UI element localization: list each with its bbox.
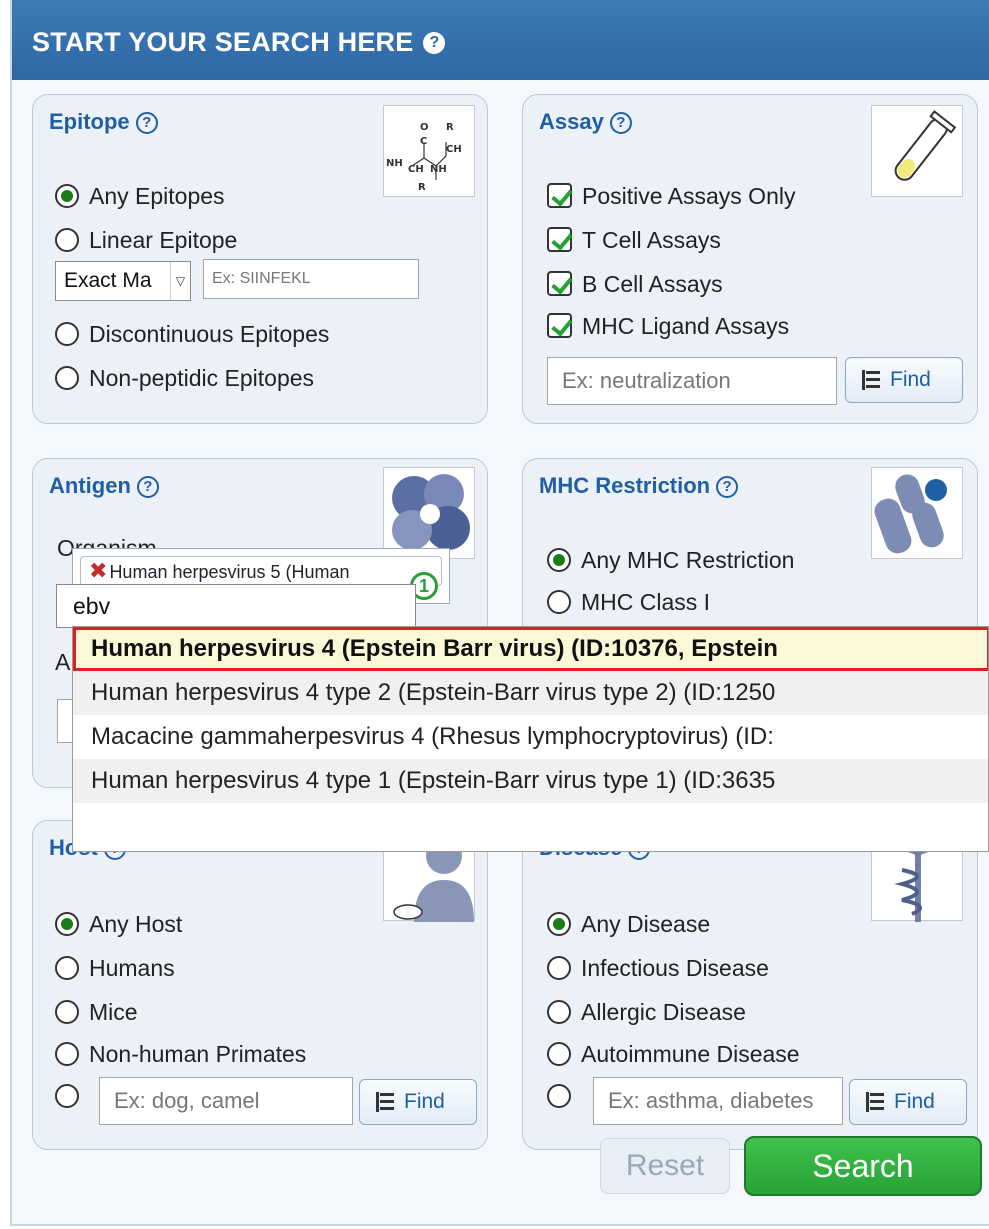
antigen-help-icon[interactable]: ? — [136, 476, 159, 498]
test-tube-icon — [871, 105, 963, 197]
disease-infectious-option[interactable]: Infectious Disease — [547, 953, 769, 983]
organism-search-input[interactable]: ebv — [56, 584, 416, 628]
selected-organism-tag[interactable]: ✖ Human herpesvirus 5 (Human — [80, 556, 442, 586]
disease-any-radio[interactable] — [547, 912, 571, 936]
organism-suggestion-list: Human herpesvirus 4 (Epstein Barr virus)… — [72, 626, 989, 852]
list-icon — [862, 370, 880, 390]
host-other-radio[interactable] — [55, 1084, 79, 1108]
mhc-molecule-icon — [871, 467, 963, 559]
disease-autoimmune-radio[interactable] — [547, 1042, 571, 1066]
disease-allergic-radio[interactable] — [547, 1000, 571, 1024]
disease-find-button[interactable]: Find — [849, 1079, 967, 1125]
suggestion-item[interactable]: Macacine gammaherpesvirus 4 (Rhesus lymp… — [73, 715, 988, 759]
suggestion-item[interactable]: Human herpesvirus 4 type 1 (Epstein-Barr… — [73, 759, 988, 803]
svg-text:CH: CH — [446, 144, 462, 155]
epitope-nonpeptidic-option[interactable]: Non-peptidic Epitopes — [55, 363, 314, 393]
host-primates-option[interactable]: Non-human Primates — [55, 1039, 306, 1069]
disease-allergic-option[interactable]: Allergic Disease — [547, 997, 746, 1027]
assay-positive-checkbox[interactable] — [547, 183, 572, 208]
disease-autoimmune-option[interactable]: Autoimmune Disease — [547, 1039, 800, 1069]
assay-mhc-ligand-checkbox[interactable] — [547, 313, 572, 338]
epitope-any-radio[interactable] — [55, 184, 79, 208]
host-find-button[interactable]: Find — [359, 1079, 477, 1125]
epitope-panel: Epitope? O R C CH NH CH NH R Any Epitopes Li… — [32, 94, 488, 424]
host-panel: Host? Any Host Humans Mice Non-human Pri… — [32, 820, 488, 1150]
search-button[interactable]: Search — [744, 1136, 982, 1196]
suggestion-item[interactable]: Human herpesvirus 4 type 2 (Epstein-Barr… — [73, 671, 988, 715]
disease-other-option[interactable] — [547, 1081, 581, 1111]
epitope-discontinuous-radio[interactable] — [55, 322, 79, 346]
assay-title: Assay? — [539, 109, 632, 135]
mhc-any-option[interactable]: Any MHC Restriction — [547, 545, 794, 575]
host-humans-option[interactable]: Humans — [55, 953, 175, 983]
assay-panel: Assay? Positive Assays Only T Cell Assay… — [522, 94, 978, 424]
svg-text:R: R — [446, 122, 454, 133]
chevron-down-icon: ▽ — [170, 262, 190, 300]
svg-text:NH: NH — [430, 164, 447, 175]
host-mice-option[interactable]: Mice — [55, 997, 138, 1027]
assay-help-icon[interactable]: ? — [609, 112, 632, 134]
assay-search-input[interactable]: Ex: neutralization — [547, 357, 837, 405]
mhc-class1-radio[interactable] — [547, 590, 571, 614]
assay-find-button[interactable]: Find — [845, 357, 963, 403]
epitope-nonpeptidic-radio[interactable] — [55, 366, 79, 390]
host-primates-radio[interactable] — [55, 1042, 79, 1066]
disease-panel: Disease? Any Disease Infectious Disease … — [522, 820, 978, 1150]
svg-text:CH: CH — [408, 164, 424, 175]
epitope-discontinuous-option[interactable]: Discontinuous Epitopes — [55, 319, 329, 349]
epitope-linear-radio[interactable] — [55, 228, 79, 252]
host-humans-radio[interactable] — [55, 956, 79, 980]
search-header: START YOUR SEARCH HERE? — [12, 0, 989, 80]
list-icon — [866, 1092, 884, 1112]
mhc-title: MHC Restriction? — [539, 473, 739, 499]
svg-text:R: R — [418, 182, 426, 193]
host-other-option[interactable] — [55, 1081, 89, 1111]
disease-search-input[interactable]: Ex: asthma, diabetes — [593, 1077, 843, 1125]
remove-icon[interactable]: ✖ — [89, 558, 107, 583]
epitope-sequence-input[interactable]: Ex: SIINFEKL — [203, 259, 419, 299]
assay-bcell-checkbox[interactable] — [547, 271, 572, 296]
assay-tcell-option[interactable]: T Cell Assays — [547, 225, 721, 255]
assay-bcell-option[interactable]: B Cell Assays — [547, 269, 723, 299]
mhc-any-radio[interactable] — [547, 548, 571, 572]
assay-tcell-checkbox[interactable] — [547, 227, 572, 252]
host-any-radio[interactable] — [55, 912, 79, 936]
host-any-option[interactable]: Any Host — [55, 909, 182, 939]
epitope-title: Epitope? — [49, 109, 158, 135]
epitope-linear-option[interactable]: Linear Epitope — [55, 225, 237, 255]
header-help-icon[interactable]: ? — [423, 32, 446, 54]
epitope-any-option[interactable]: Any Epitopes — [55, 181, 225, 211]
antigen-name-label: A — [55, 649, 71, 675]
svg-text:NH: NH — [386, 158, 403, 169]
host-mice-radio[interactable] — [55, 1000, 79, 1024]
disease-infectious-radio[interactable] — [547, 956, 571, 980]
antigen-title: Antigen? — [49, 473, 159, 499]
epitope-molecule-icon: O R C CH NH CH NH R — [383, 105, 475, 197]
disease-any-option[interactable]: Any Disease — [547, 909, 710, 939]
mhc-help-icon[interactable]: ? — [716, 476, 739, 498]
assay-mhc-ligand-option[interactable]: MHC Ligand Assays — [547, 311, 789, 341]
reset-button[interactable]: Reset — [600, 1138, 730, 1194]
host-search-input[interactable]: Ex: dog, camel — [99, 1077, 353, 1125]
list-icon — [376, 1092, 394, 1112]
match-type-select[interactable]: Exact Ma ▽ — [55, 261, 191, 301]
svg-text:C: C — [420, 136, 427, 147]
svg-text:O: O — [420, 122, 429, 133]
epitope-help-icon[interactable]: ? — [135, 112, 158, 134]
assay-positive-option[interactable]: Positive Assays Only — [547, 181, 795, 211]
header-title: START YOUR SEARCH HERE — [32, 27, 414, 57]
suggestion-item[interactable]: Human herpesvirus 4 (Epstein Barr virus)… — [73, 627, 988, 671]
disease-other-radio[interactable] — [547, 1084, 571, 1108]
mhc-class1-option[interactable]: MHC Class I — [547, 587, 710, 617]
protein-structure-icon — [383, 467, 475, 559]
